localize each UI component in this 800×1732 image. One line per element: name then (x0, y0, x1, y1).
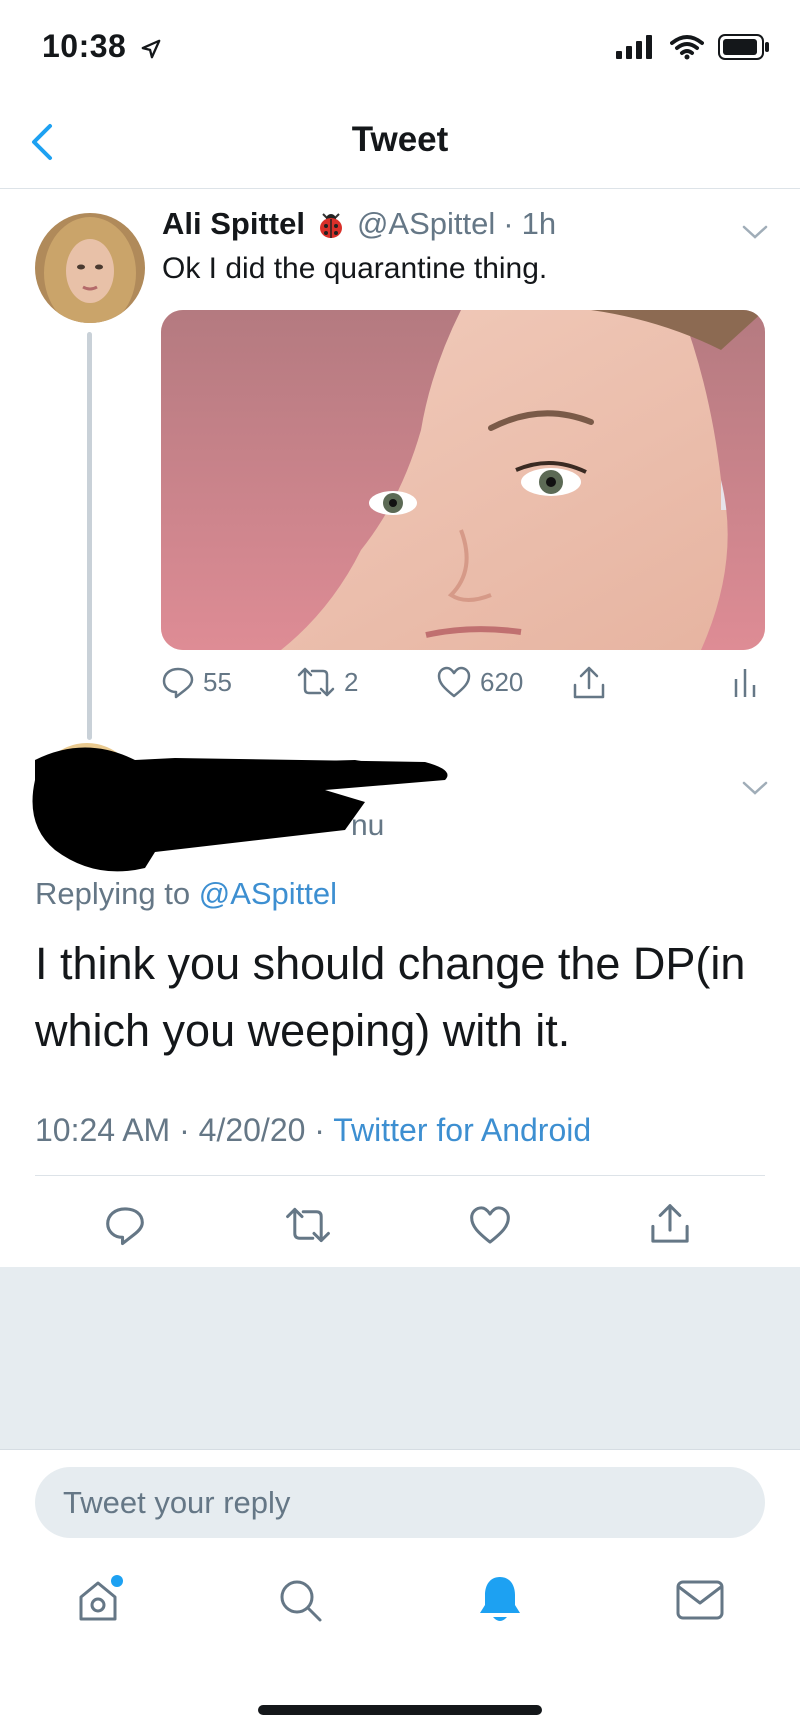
tab-home[interactable] (65, 1565, 135, 1635)
meta-separator-2: · (314, 1112, 325, 1148)
reply-options-chevron-icon[interactable] (740, 778, 770, 798)
heart-icon (437, 666, 471, 698)
tweet-header: Ali Spittel @ASpittel · 1h (162, 206, 556, 242)
replying-to-prefix: Replying to (35, 876, 191, 911)
tab-messages[interactable] (665, 1565, 735, 1635)
reply-text: I think you should change the DP(in whic… (35, 938, 746, 1056)
tweet-time-ago: 1h (521, 206, 557, 241)
analytics-action[interactable] (731, 665, 759, 699)
status-time: 10:38 (42, 28, 162, 65)
nav-divider (0, 188, 800, 189)
tab-search[interactable] (265, 1565, 335, 1635)
ladybug-emoji-icon (319, 213, 342, 238)
reply-icon[interactable] (104, 1204, 146, 1246)
heart-icon[interactable] (468, 1204, 512, 1246)
tweet-date: 4/20/20 (198, 1112, 306, 1148)
header-separator: · (503, 206, 514, 241)
author-avatar[interactable] (35, 213, 145, 323)
redacted-author: nu (25, 740, 455, 875)
search-icon (280, 1580, 322, 1622)
mail-icon (676, 1580, 724, 1620)
location-arrow-icon (141, 39, 161, 58)
battery-icon (718, 34, 769, 60)
retweet-icon (297, 667, 335, 697)
meta-separator-1: · (179, 1112, 190, 1148)
retweet-action[interactable]: 2 (296, 665, 358, 699)
reply-actions (0, 1200, 800, 1250)
home-indicator[interactable] (258, 1705, 542, 1715)
replying-to-handle[interactable]: @ASpittel (199, 876, 337, 911)
thread-line (87, 332, 92, 740)
tweet-time: 10:24 AM (35, 1112, 171, 1148)
cellular-signal-icon (616, 35, 652, 59)
share-icon (573, 666, 605, 699)
tweet-meta: 10:24 AM · 4/20/20 · Twitter for Android (35, 1112, 591, 1149)
status-indicators (616, 34, 770, 60)
author-handle[interactable]: @ASpittel (357, 206, 495, 242)
analytics-bars-icon (734, 669, 756, 697)
tweet-text: Ok I did the quarantine thing. (162, 252, 548, 285)
reply-count: 55 (203, 666, 232, 697)
replying-to: Replying to @ASpittel (35, 876, 337, 912)
retweet-count: 2 (344, 666, 359, 697)
retweet-icon[interactable] (284, 1204, 332, 1246)
share-icon[interactable] (648, 1202, 692, 1246)
home-icon (79, 1575, 123, 1621)
share-action[interactable] (571, 665, 607, 701)
reply-input[interactable] (35, 1467, 765, 1538)
reply-action[interactable]: 55 (161, 665, 232, 699)
reply-icon (162, 667, 194, 699)
tweet-photo[interactable] (161, 310, 765, 650)
tab-notifications[interactable] (465, 1565, 535, 1635)
like-count: 620 (480, 666, 524, 697)
tweet-options-chevron-icon[interactable] (740, 222, 770, 242)
page-title: Tweet (351, 120, 449, 159)
tweet-actions: 55 2 620 (161, 665, 771, 709)
bottom-tab-bar (0, 1565, 800, 1645)
like-action[interactable]: 620 (436, 665, 523, 699)
bell-icon (480, 1577, 520, 1621)
tweet-source[interactable]: Twitter for Android (333, 1112, 591, 1148)
author-name[interactable]: Ali Spittel (162, 206, 305, 242)
wifi-icon (670, 35, 704, 60)
empty-replies-area (0, 1267, 800, 1450)
meta-divider (35, 1175, 765, 1176)
